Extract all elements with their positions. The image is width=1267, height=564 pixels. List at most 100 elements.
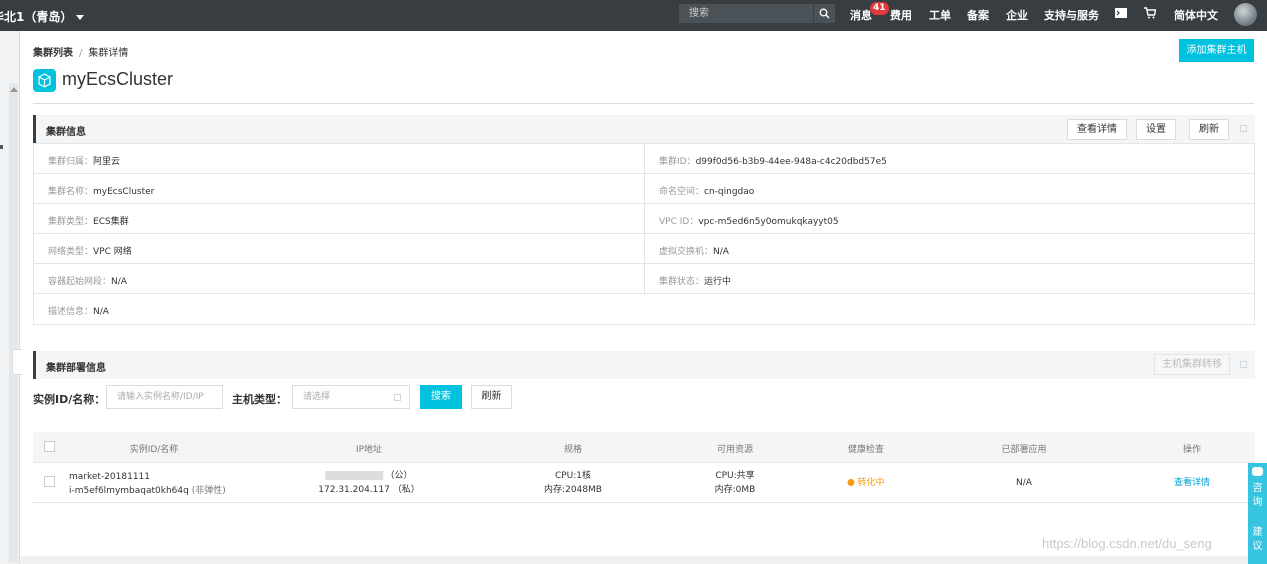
- ip-cell: （公） 172.31.204.117 （私）: [318, 469, 420, 497]
- collapse-icon[interactable]: [1240, 361, 1247, 368]
- page-title: myEcsCluster: [62, 69, 174, 89]
- nav-support[interactable]: 支持与服务: [1044, 7, 1099, 23]
- sidebar-scrollbar[interactable]: [9, 83, 18, 563]
- info-row: 集群名称：myEcsCluster 命名空间：cn-qingdao: [34, 174, 1254, 204]
- float-tab-char: 建: [1252, 527, 1263, 538]
- section-title: 集群信息: [46, 127, 86, 138]
- table-row: market-20181111 i-m5ef6lmymbaqat0kh64q (…: [33, 463, 1255, 503]
- spec-cell: CPU:1核 内存:2048MB: [544, 469, 602, 497]
- view-details-button[interactable]: 查看详情: [1067, 119, 1127, 140]
- spec-cpu: CPU:1核: [554, 471, 592, 481]
- host-type-placeholder: 请选择: [303, 392, 331, 402]
- column-header: 实例ID/名称: [129, 445, 179, 455]
- info-cell: 容器起始网段：N/A: [48, 277, 127, 287]
- avatar[interactable]: [1234, 3, 1257, 26]
- cart-icon[interactable]: [1144, 7, 1157, 22]
- nav-billing[interactable]: 费用: [890, 7, 912, 23]
- available-resources-cell: CPU:共享 内存:0MB: [715, 469, 756, 497]
- add-cluster-host-button[interactable]: 添加集群主机: [1179, 39, 1254, 62]
- instance-name: market-20181111: [69, 472, 150, 482]
- info-cell: 虚拟交换机：N/A: [659, 247, 729, 257]
- public-ip-suffix: （公）: [385, 471, 413, 481]
- nav-enterprise[interactable]: 企业: [1006, 7, 1028, 23]
- spec-memory: 内存:2048MB: [544, 485, 602, 495]
- instance-search-input[interactable]: 请输入实例名称/ID/IP: [106, 385, 223, 409]
- deploy-info-header: 集群部署信息 主机集群转移: [33, 351, 1255, 379]
- region-selector[interactable]: 华北1（青岛）: [0, 8, 85, 25]
- search-button[interactable]: [813, 4, 835, 23]
- breadcrumb-cluster-list[interactable]: 集群列表: [33, 48, 73, 59]
- refresh-list-button[interactable]: 刷新: [471, 385, 512, 409]
- private-ip: 172.31.204.117 （私）: [318, 485, 420, 495]
- region-label: 华北1（青岛）: [0, 10, 73, 24]
- row-checkbox[interactable]: [44, 476, 55, 487]
- info-row: 容器起始网段：N/A 集群状态：运行中: [34, 264, 1254, 294]
- row-view-details-link[interactable]: 查看详情: [1174, 476, 1210, 490]
- refresh-button[interactable]: 刷新: [1189, 119, 1229, 140]
- left-sidebar-rail: [0, 31, 20, 564]
- info-cell: 集群类型：ECS集群: [48, 217, 129, 227]
- nav-messages[interactable]: 消息: [850, 7, 872, 23]
- column-header: 可用资源: [716, 445, 754, 455]
- instance-id-note: (非弹性): [191, 486, 226, 496]
- info-row: 集群类型：ECS集群 VPC ID：vpc-m5ed6n5y0omukqkayy…: [34, 204, 1254, 234]
- info-cell: VPC ID：vpc-m5ed6n5y0omukqkayyt05: [659, 217, 839, 227]
- instance-name-cell: market-20181111 i-m5ef6lmymbaqat0kh64q (…: [69, 470, 226, 498]
- collapse-icon[interactable]: [1240, 125, 1247, 132]
- info-cell: 集群状态：运行中: [659, 277, 732, 287]
- watermark: https://blog.csdn.net/du_seng: [1042, 536, 1212, 551]
- available-cpu: CPU:共享: [715, 471, 755, 481]
- info-cell: 网络类型：VPC 网络: [48, 247, 132, 257]
- search-input[interactable]: 搜索: [679, 4, 813, 23]
- column-header: 操作: [1182, 445, 1202, 455]
- float-tab-char: 咨: [1252, 483, 1263, 494]
- chevron-down-icon: [76, 15, 85, 20]
- deployed-apps: N/A: [1016, 478, 1032, 488]
- column-header: 健康检查: [847, 445, 885, 455]
- cluster-info-header: 集群信息 查看详情 设置 刷新: [33, 115, 1255, 143]
- terminal-icon[interactable]: [1115, 8, 1127, 21]
- chat-icon: [1252, 467, 1263, 476]
- available-memory: 内存:0MB: [714, 485, 756, 495]
- cluster-info-table: 集群归属：阿里云 集群ID：d99f0d56-b3b9-44ee-948a-c4…: [33, 143, 1255, 325]
- sidebar-collapse-handle[interactable]: [12, 349, 22, 375]
- host-type-label: 主机类型：: [232, 393, 287, 406]
- column-header: 规格: [563, 445, 583, 455]
- search-icon: [819, 8, 830, 19]
- breadcrumb-separator: /: [79, 48, 83, 59]
- migrate-host-button[interactable]: 主机集群转移: [1154, 354, 1230, 375]
- host-type-select[interactable]: 请选择: [292, 385, 410, 409]
- redacted-public-ip: [325, 471, 384, 480]
- section-title: 集群部署信息: [46, 363, 106, 374]
- info-cell: 集群归属：阿里云: [48, 157, 121, 167]
- select-all-checkbox[interactable]: [44, 441, 55, 452]
- info-row: 描述信息：N/A: [34, 294, 1254, 324]
- cluster-cube-icon: [33, 69, 56, 92]
- title-divider: [33, 103, 1254, 104]
- language-selector[interactable]: 简体中文: [1174, 7, 1218, 23]
- info-cell: 集群ID：d99f0d56-b3b9-44ee-948a-c4c20dbd57e…: [659, 157, 887, 167]
- status-dot-icon: [847, 479, 855, 486]
- top-navigation-bar: 华北1（青岛） 搜索 消息 41 费用 工单 备案 企业 支持与服务 简体中文: [0, 0, 1267, 31]
- info-cell: 命名空间：cn-qingdao: [659, 187, 755, 197]
- health-status: 转化中: [847, 476, 885, 490]
- instance-filter-label: 实例ID/名称：: [33, 393, 106, 406]
- info-cell: 描述信息：N/A: [48, 307, 109, 317]
- scroll-up-icon[interactable]: [10, 87, 18, 92]
- column-header: 已部署应用: [1001, 445, 1047, 455]
- instance-table-header: 实例ID/名称 IP地址 规格 可用资源 健康检查 已部署应用 操作: [33, 432, 1255, 463]
- info-row: 网络类型：VPC 网络 虚拟交换机：N/A: [34, 234, 1254, 264]
- column-header: IP地址: [355, 445, 383, 455]
- info-row: 集群归属：阿里云 集群ID：d99f0d56-b3b9-44ee-948a-c4…: [34, 144, 1254, 174]
- float-tab-char: 询: [1252, 497, 1263, 508]
- float-tab-char: 议: [1252, 541, 1263, 552]
- feedback-float-tab[interactable]: 咨 询 建 议: [1248, 463, 1267, 564]
- settings-button[interactable]: 设置: [1136, 119, 1176, 140]
- select-indicator-icon: [394, 394, 401, 401]
- info-cell: 集群名称：myEcsCluster: [48, 187, 155, 197]
- page-bottom-bar: [20, 556, 1248, 564]
- search-button[interactable]: 搜索: [420, 385, 462, 409]
- nav-tickets[interactable]: 工单: [929, 7, 951, 23]
- nav-icp[interactable]: 备案: [967, 7, 989, 23]
- sidebar-marker: [0, 145, 3, 149]
